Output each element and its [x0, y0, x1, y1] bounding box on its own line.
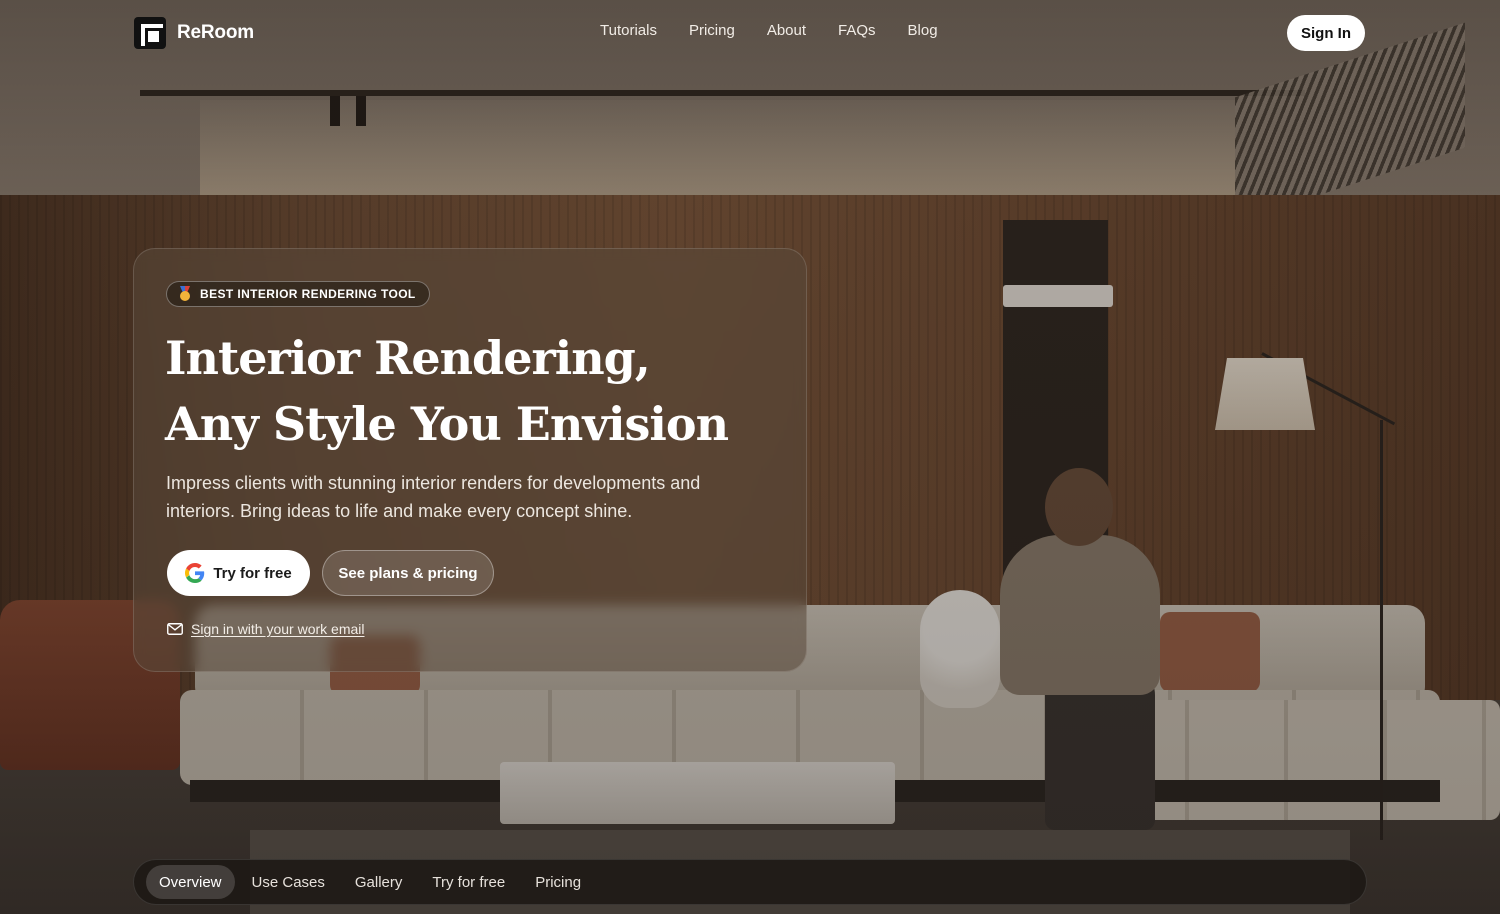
work-email-signin-link[interactable]: Sign in with your work email	[167, 621, 365, 637]
badge-label: BEST INTERIOR RENDERING TOOL	[200, 287, 416, 301]
reroom-logo-icon	[134, 17, 166, 49]
top-navigation: ReRoom Tutorials Pricing About FAQs Blog…	[0, 0, 1500, 66]
mail-icon	[167, 623, 183, 635]
tab-gallery[interactable]: Gallery	[342, 865, 416, 899]
tab-use-cases[interactable]: Use Cases	[239, 865, 338, 899]
nav-link-about[interactable]: About	[767, 22, 806, 39]
hero-title-line-2: Any Style You Envision	[165, 397, 729, 451]
tab-pricing[interactable]: Pricing	[522, 865, 594, 899]
brand-logo-link[interactable]: ReRoom	[134, 17, 254, 49]
hero-title: Interior Rendering, Any Style You Envisi…	[165, 325, 785, 457]
hero-card: BEST INTERIOR RENDERING TOOL Interior Re…	[133, 248, 807, 672]
hero-subtitle: Impress clients with stunning interior r…	[166, 473, 701, 521]
work-email-link-label: Sign in with your work email	[191, 621, 365, 637]
nav-link-pricing[interactable]: Pricing	[689, 22, 735, 39]
tab-try-for-free[interactable]: Try for free	[419, 865, 518, 899]
hero-title-line-1: Interior Rendering,	[165, 331, 651, 385]
see-plans-button[interactable]: See plans & pricing	[322, 550, 494, 596]
brand-name: ReRoom	[177, 22, 254, 43]
tab-overview[interactable]: Overview	[146, 865, 235, 899]
section-tabs: Overview Use Cases Gallery Try for free …	[133, 859, 1367, 905]
nav-link-blog[interactable]: Blog	[908, 22, 938, 39]
nav-link-tutorials[interactable]: Tutorials	[600, 22, 657, 39]
main-nav: Tutorials Pricing About FAQs Blog	[600, 22, 938, 39]
medal-icon	[178, 286, 192, 302]
try-for-free-button[interactable]: Try for free	[167, 550, 310, 596]
nav-link-faqs[interactable]: FAQs	[838, 22, 876, 39]
award-badge: BEST INTERIOR RENDERING TOOL	[166, 281, 430, 307]
try-for-free-label: Try for free	[213, 564, 292, 582]
sign-in-button[interactable]: Sign In	[1287, 15, 1365, 51]
google-icon	[185, 563, 205, 583]
